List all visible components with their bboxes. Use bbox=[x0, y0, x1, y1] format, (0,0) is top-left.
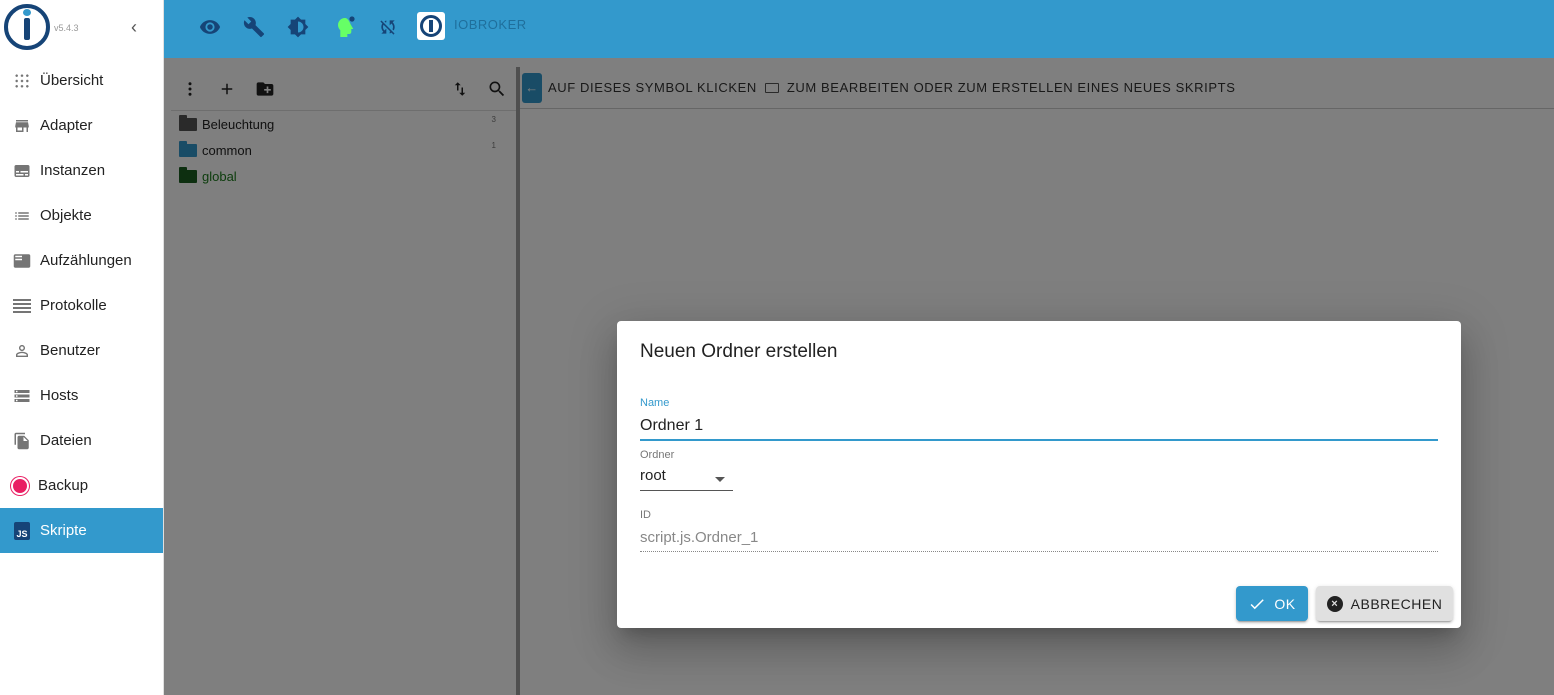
grid-icon bbox=[12, 71, 32, 91]
check-icon bbox=[1248, 595, 1266, 613]
featured-play-list-icon bbox=[12, 251, 32, 271]
files-icon bbox=[12, 431, 32, 451]
sidebar-item-label: Benutzer bbox=[40, 342, 101, 359]
iobroker-logo bbox=[4, 4, 50, 50]
folder-field-label: Ordner bbox=[640, 449, 675, 461]
sidebar: v5.4.3 ‹ Übersicht Adapter Instanzen Objekt… bbox=[0, 0, 164, 695]
sync-off-icon[interactable] bbox=[375, 14, 401, 40]
sidebar-item-label: Skripte bbox=[40, 522, 87, 539]
sidebar-item-übersicht[interactable]: Übersicht bbox=[0, 58, 163, 103]
sidebar-item-aufzählungen[interactable]: Aufzählungen bbox=[0, 238, 163, 283]
brand-name: IOBROKER bbox=[454, 17, 527, 32]
id-field-label: ID bbox=[640, 509, 651, 521]
id-field bbox=[640, 525, 1438, 549]
store-icon bbox=[12, 116, 32, 136]
ok-button[interactable]: OK bbox=[1236, 586, 1308, 621]
create-folder-dialog: Neuen Ordner erstellen Name Ordner root … bbox=[617, 321, 1461, 628]
sidebar-item-label: Aufzählungen bbox=[40, 252, 132, 269]
sidebar-item-objekte[interactable]: Objekte bbox=[0, 193, 163, 238]
sidebar-item-label: Instanzen bbox=[40, 162, 106, 179]
name-field-underline bbox=[640, 439, 1438, 441]
sidebar-item-hosts[interactable]: Hosts bbox=[0, 373, 163, 418]
folder-select-value: root bbox=[640, 467, 666, 484]
sidebar-item-benutzer[interactable]: Benutzer bbox=[0, 328, 163, 373]
iobroker-brand-icon bbox=[417, 12, 445, 40]
sidebar-item-dateien[interactable]: Dateien bbox=[0, 418, 163, 463]
expert-head-icon[interactable] bbox=[331, 14, 357, 40]
brightness-icon[interactable] bbox=[285, 14, 311, 40]
person-icon bbox=[12, 341, 32, 361]
sidebar-item-label: Backup bbox=[38, 477, 89, 494]
lines-icon bbox=[12, 296, 32, 316]
sidebar-item-label: Übersicht bbox=[40, 72, 104, 89]
sidebar-item-label: Protokolle bbox=[40, 297, 107, 314]
dialog-title: Neuen Ordner erstellen bbox=[640, 341, 838, 362]
sidebar-item-label: Dateien bbox=[40, 432, 92, 449]
version-label: v5.4.3 bbox=[54, 23, 79, 33]
dropdown-arrow-icon bbox=[715, 477, 725, 482]
list-icon bbox=[12, 206, 32, 226]
storage-icon bbox=[12, 386, 32, 406]
cancel-button-label: ABBRECHEN bbox=[1350, 595, 1443, 612]
ok-button-label: OK bbox=[1274, 595, 1296, 612]
sidebar-item-backup[interactable]: Backup bbox=[0, 463, 163, 508]
sidebar-brand: v5.4.3 ‹ bbox=[0, 0, 163, 58]
folder-select[interactable]: root bbox=[640, 467, 733, 491]
cancel-button[interactable]: × ABBRECHEN bbox=[1316, 586, 1453, 621]
sidebar-item-instanzen[interactable]: Instanzen bbox=[0, 148, 163, 193]
backup-clock-icon bbox=[10, 476, 30, 496]
sidebar-item-label: Hosts bbox=[40, 387, 79, 404]
sidebar-item-adapter[interactable]: Adapter bbox=[0, 103, 163, 148]
sidebar-item-label: Adapter bbox=[40, 117, 93, 134]
sidebar-item-protokolle[interactable]: Protokolle bbox=[0, 283, 163, 328]
top-app-bar: IOBROKER bbox=[164, 0, 1554, 58]
sidebar-item-skripte[interactable]: JS Skripte bbox=[0, 508, 163, 553]
name-field[interactable] bbox=[640, 414, 1438, 438]
subtitles-icon bbox=[12, 161, 32, 181]
name-field-label: Name bbox=[640, 397, 670, 409]
eye-icon[interactable] bbox=[197, 14, 223, 40]
collapse-sidebar-button[interactable]: ‹ bbox=[124, 17, 144, 37]
js-icon: JS bbox=[12, 521, 32, 541]
id-field-underline bbox=[640, 551, 1438, 552]
sidebar-item-label: Objekte bbox=[40, 207, 92, 224]
wrench-icon[interactable] bbox=[241, 14, 267, 40]
cancel-circle-icon: × bbox=[1326, 595, 1343, 612]
